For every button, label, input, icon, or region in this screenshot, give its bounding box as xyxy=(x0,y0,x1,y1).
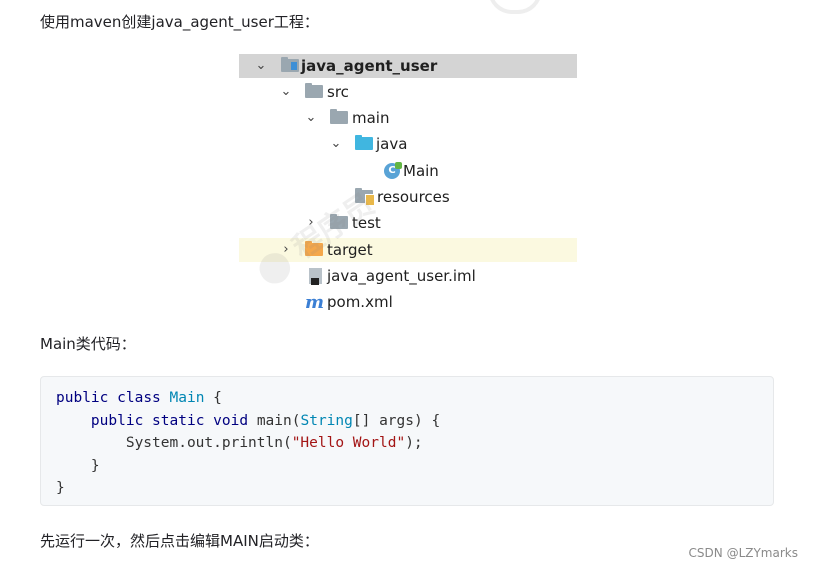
source-folder-icon xyxy=(355,135,373,150)
chevron-down-icon[interactable]: ⌄ xyxy=(254,54,268,78)
resources-folder-icon xyxy=(355,188,375,206)
tree-item-src[interactable]: ⌄ src xyxy=(239,80,577,104)
folder-icon xyxy=(305,83,323,98)
tree-item-pom[interactable]: m pom.xml xyxy=(239,290,577,314)
code-line-4: } xyxy=(56,457,100,474)
intro-paragraph: 使用maven创建java_agent_user工程： xyxy=(40,13,319,31)
tree-item-java[interactable]: ⌄ java xyxy=(239,132,577,156)
tree-item-main[interactable]: ⌄ main xyxy=(239,106,577,130)
tree-item-test[interactable]: › test xyxy=(239,211,577,235)
tree-item-label: Main xyxy=(403,162,439,180)
watermark-top xyxy=(488,0,542,14)
tree-item-label: src xyxy=(327,83,349,101)
maven-icon: m xyxy=(305,292,325,313)
iml-file-icon xyxy=(309,268,322,285)
tree-item-java-agent-user[interactable]: ⌄ java_agent_user xyxy=(239,54,577,78)
code-line-1: public class Main { xyxy=(56,390,222,406)
chevron-down-icon[interactable]: ⌄ xyxy=(279,80,293,104)
tree-item-label: main xyxy=(352,109,390,127)
code-line-3: System.out.println("Hello World"); xyxy=(56,435,423,451)
code-content: public class Main { public static void m… xyxy=(56,387,440,500)
excluded-folder-icon xyxy=(305,241,323,256)
chevron-down-icon[interactable]: ⌄ xyxy=(304,106,318,130)
main-code-label: Main类代码： xyxy=(40,335,136,353)
tree-item-label: resources xyxy=(377,188,450,206)
tree-item-label: java_agent_user xyxy=(301,57,438,75)
project-tree: ⌄ java_agent_user ⌄ src ⌄ main ⌄ java C … xyxy=(239,44,577,316)
tree-item-label: target xyxy=(327,241,373,259)
credit-watermark: CSDN @LZYmarks xyxy=(688,546,798,560)
folder-icon xyxy=(330,214,348,229)
code-line-5: } xyxy=(56,480,65,496)
tree-item-label: java xyxy=(376,135,408,153)
chevron-right-icon[interactable]: › xyxy=(279,238,293,262)
tree-item-main-class[interactable]: C Main xyxy=(239,159,577,183)
tree-item-resources[interactable]: resources xyxy=(239,185,577,209)
project-folder-icon xyxy=(281,57,299,72)
chevron-right-icon[interactable]: › xyxy=(304,211,318,235)
tree-item-target[interactable]: › target xyxy=(239,238,577,262)
code-block: public class Main { public static void m… xyxy=(40,376,774,506)
run-instruction: 先运行一次，然后点击编辑MAIN启动类： xyxy=(40,532,319,550)
code-line-2: public static void main(String[] args) { xyxy=(90,412,441,429)
folder-icon xyxy=(330,109,348,124)
tree-item-iml[interactable]: java_agent_user.iml xyxy=(239,264,577,288)
tree-item-label: java_agent_user.iml xyxy=(327,267,476,285)
java-class-icon: C xyxy=(384,162,402,179)
chevron-down-icon[interactable]: ⌄ xyxy=(329,132,343,156)
tree-item-label: test xyxy=(352,214,381,232)
tree-item-label: pom.xml xyxy=(327,293,393,311)
